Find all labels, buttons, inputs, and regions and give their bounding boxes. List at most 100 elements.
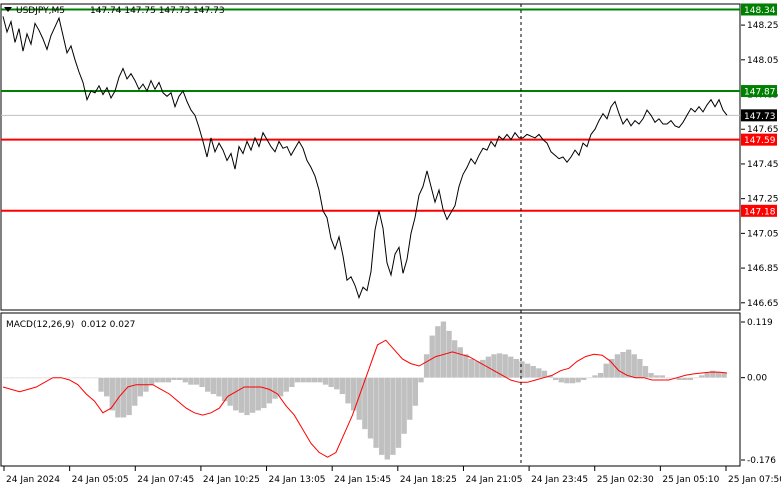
macd-histogram-bar bbox=[64, 377, 71, 379]
macd-label: MACD(12,26,9) bbox=[6, 320, 74, 330]
macd-histogram-bar bbox=[704, 372, 710, 378]
macd-histogram-bar bbox=[474, 361, 480, 378]
level-price-label: 147.59 bbox=[744, 136, 776, 146]
macd-histogram-bar bbox=[423, 354, 430, 378]
macd-histogram-bar bbox=[36, 377, 42, 379]
time-tick-label: 25 Jan 05:10 bbox=[662, 475, 719, 485]
macd-histogram-bar bbox=[334, 377, 340, 390]
macd-histogram-bar bbox=[536, 368, 542, 378]
macd-histogram-bar bbox=[715, 372, 722, 378]
macd-histogram-bar bbox=[148, 377, 155, 385]
level-price-label: 147.87 bbox=[744, 88, 776, 98]
macd-histogram-bar bbox=[592, 375, 598, 378]
macd-histogram-bar bbox=[597, 372, 604, 378]
time-tick-label: 25 Jan 02:30 bbox=[597, 475, 654, 485]
macd-histogram-bar bbox=[311, 377, 318, 383]
time-tick-label: 24 Jan 2024 bbox=[6, 475, 60, 485]
macd-histogram-bar bbox=[8, 377, 14, 379]
price-tick-label: 148.05 bbox=[747, 56, 779, 66]
macd-histogram-bar bbox=[25, 377, 31, 379]
macd-histogram-bar bbox=[322, 377, 329, 385]
macd-histogram-bar bbox=[401, 377, 407, 434]
macd-histogram-bar bbox=[188, 377, 194, 385]
time-tick-label: 24 Jan 13:05 bbox=[269, 475, 326, 485]
time-tick-label: 24 Jan 10:25 bbox=[203, 475, 260, 485]
macd-histogram-bar bbox=[227, 377, 233, 406]
macd-histogram-bar bbox=[182, 377, 188, 383]
macd-histogram-bar bbox=[160, 377, 166, 383]
macd-histogram-bar bbox=[480, 359, 486, 378]
macd-histogram-bar bbox=[390, 377, 396, 455]
macd-histogram-bar bbox=[14, 377, 20, 379]
macd-histogram-bar bbox=[614, 354, 621, 378]
macd-histogram-bar bbox=[261, 377, 267, 409]
macd-histogram-bar bbox=[126, 377, 132, 416]
macd-histogram-bar bbox=[395, 377, 402, 448]
time-tick-label: 24 Jan 15:45 bbox=[334, 475, 391, 485]
macd-histogram-bar bbox=[603, 363, 609, 378]
ohlc-label: 147.74 147.75 147.73 147.73 bbox=[90, 6, 225, 16]
macd-histogram-bar bbox=[519, 361, 525, 378]
price-tick-label: 147.05 bbox=[747, 229, 779, 239]
macd-histogram-bar bbox=[379, 377, 385, 455]
macd-histogram-bar bbox=[609, 358, 615, 378]
macd-histogram-bar bbox=[165, 377, 172, 383]
macd-tick-label: 0.00 bbox=[747, 374, 767, 384]
macd-histogram-bar bbox=[429, 335, 435, 378]
macd-histogram-bar bbox=[659, 375, 665, 378]
macd-histogram-bar bbox=[508, 356, 514, 378]
macd-histogram-bar bbox=[373, 377, 379, 448]
price-tick-label: 147.25 bbox=[747, 195, 779, 205]
macd-tick-label: 0.119 bbox=[747, 318, 773, 328]
macd-histogram-bar bbox=[154, 377, 160, 383]
macd-histogram-bar bbox=[104, 377, 110, 397]
macd-histogram-bar bbox=[687, 377, 694, 381]
trading-chart: 148.25148.05147.85147.65147.45147.25147.… bbox=[0, 0, 781, 489]
macd-histogram-bar bbox=[407, 377, 413, 420]
macd-histogram-bar bbox=[255, 377, 261, 411]
macd-histogram-bar bbox=[300, 377, 306, 383]
macd-histogram-bar bbox=[693, 377, 699, 379]
macd-values-label: 0.012 0.027 bbox=[81, 320, 135, 330]
macd-histogram-bar bbox=[109, 377, 115, 411]
macd-histogram-bar bbox=[654, 375, 660, 378]
macd-histogram-bar bbox=[317, 377, 323, 383]
time-tick-label: 24 Jan 05:05 bbox=[72, 475, 129, 485]
macd-histogram-bar bbox=[87, 377, 93, 379]
macd-histogram-bar bbox=[581, 377, 587, 381]
macd-histogram-bar bbox=[625, 349, 632, 378]
macd-histogram-bar bbox=[328, 377, 334, 388]
macd-histogram-bar bbox=[440, 321, 447, 378]
macd-histogram-bar bbox=[137, 377, 144, 397]
macd-histogram-bar bbox=[468, 358, 475, 378]
macd-histogram-bar bbox=[491, 354, 497, 378]
symbol-label: USDJPY,M5 bbox=[16, 6, 65, 16]
macd-histogram-bar bbox=[530, 365, 536, 378]
macd-histogram-bar bbox=[75, 377, 82, 379]
macd-histogram-bar bbox=[553, 377, 559, 381]
macd-histogram-bar bbox=[356, 377, 362, 420]
macd-histogram-bar bbox=[216, 377, 222, 397]
macd-histogram-bar bbox=[19, 377, 26, 379]
macd-histogram-bar bbox=[120, 377, 127, 418]
time-tick-label: 24 Jan 07:45 bbox=[137, 475, 194, 485]
macd-histogram-bar bbox=[457, 347, 463, 378]
macd-histogram-bar bbox=[564, 377, 570, 384]
macd-histogram-bar bbox=[367, 377, 374, 439]
time-tick-label: 24 Jan 18:25 bbox=[400, 475, 457, 485]
macd-histogram-bar bbox=[345, 377, 351, 404]
macd-histogram-bar bbox=[294, 377, 301, 383]
price-axis: 148.25148.05147.85147.65147.45147.25147.… bbox=[741, 21, 779, 309]
macd-histogram-bar bbox=[446, 330, 452, 378]
macd-histogram-bar bbox=[210, 377, 216, 395]
macd-histogram-bar bbox=[339, 377, 346, 395]
current-price-label: 147.73 bbox=[744, 112, 776, 122]
macd-histogram-bar bbox=[502, 354, 508, 378]
macd-histogram-bar bbox=[278, 377, 284, 397]
level-price-label: 148.34 bbox=[744, 6, 776, 16]
macd-histogram-bar bbox=[42, 377, 48, 379]
macd-histogram-bar bbox=[631, 354, 637, 378]
macd-histogram-bar bbox=[244, 377, 250, 416]
macd-histogram-bar bbox=[524, 363, 531, 378]
macd-histogram-bar bbox=[637, 358, 643, 378]
